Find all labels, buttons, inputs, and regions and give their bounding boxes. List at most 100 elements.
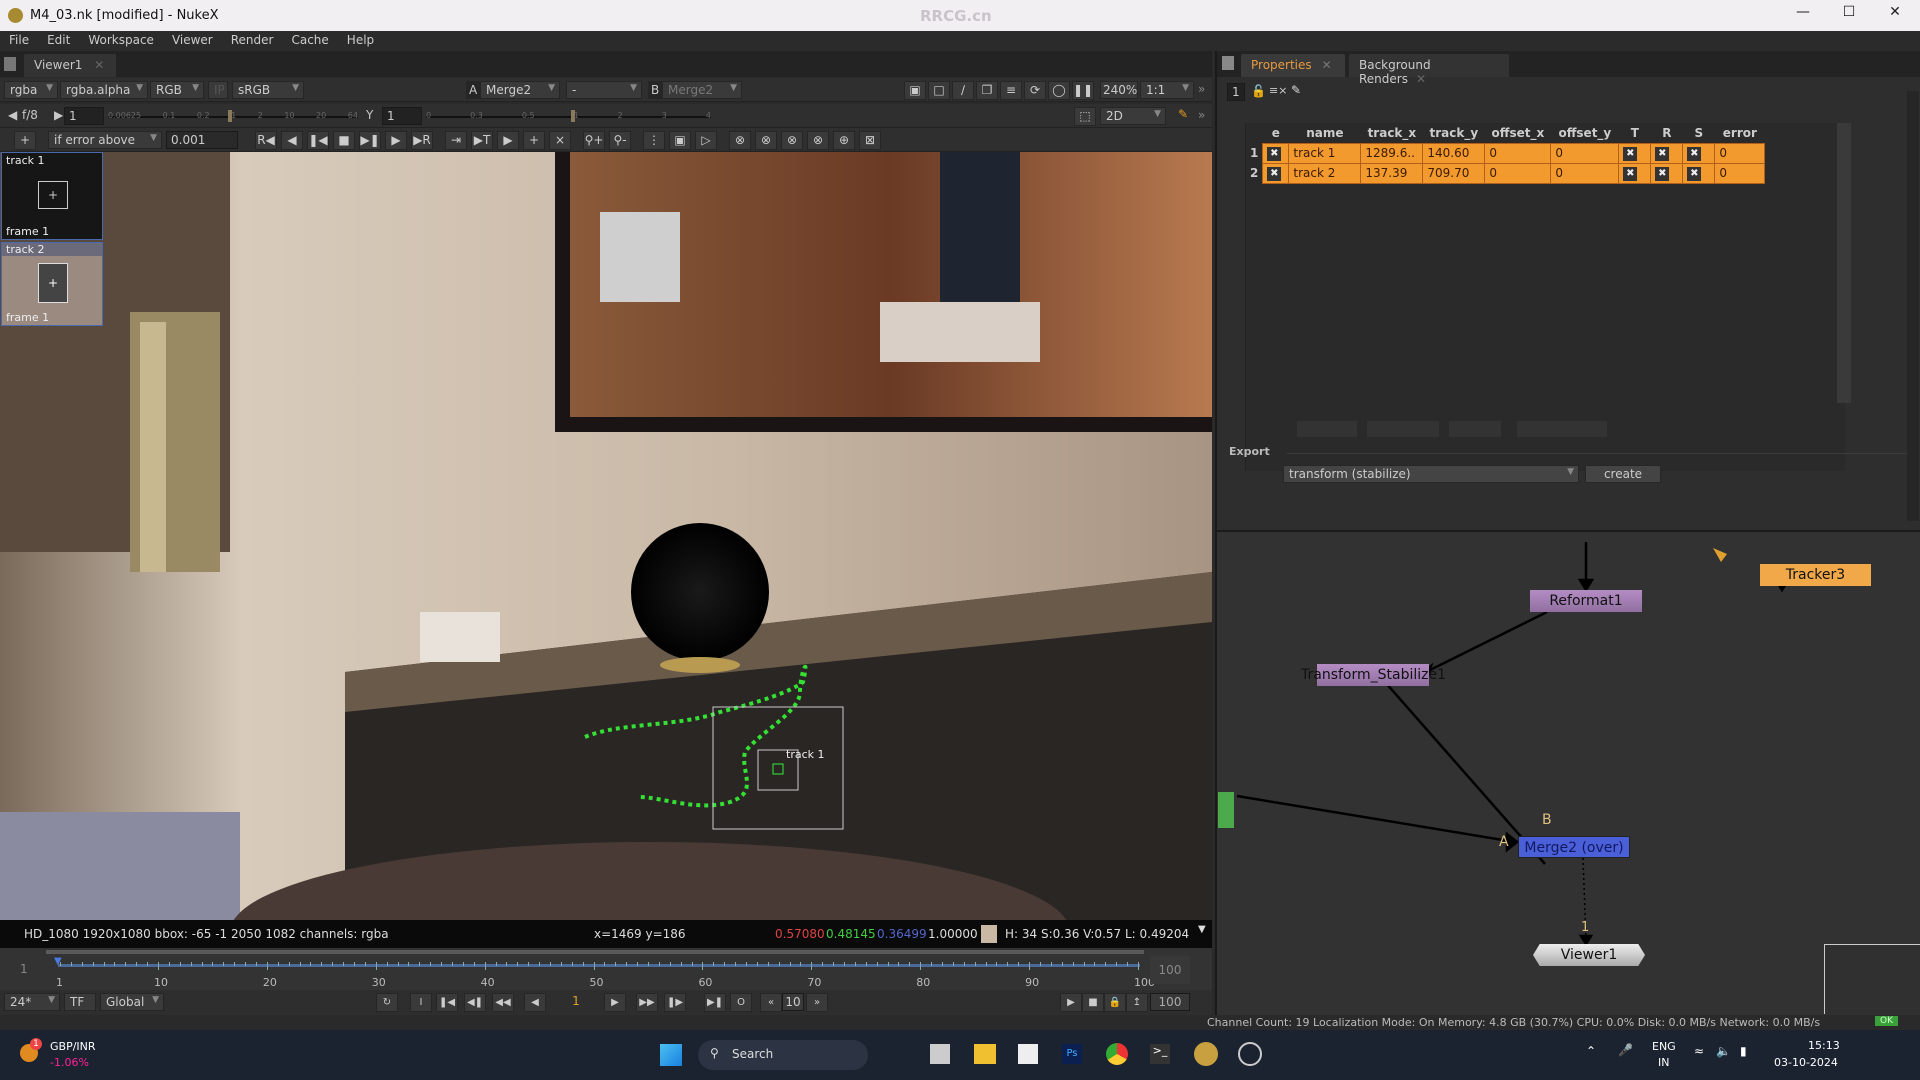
safe-area-icon[interactable]: □ (928, 81, 950, 100)
region-select-icon[interactable]: ⬚ (1074, 107, 1096, 126)
timeline-end[interactable]: 100 (1150, 956, 1190, 984)
lock-range-icon[interactable]: 🔒 (1104, 993, 1126, 1012)
stop-icon[interactable]: ■ (333, 131, 355, 150)
cell-error[interactable]: 0 (1714, 142, 1766, 164)
create-button[interactable]: create (1585, 465, 1661, 483)
node-viewer1[interactable]: Viewer1 (1533, 944, 1645, 966)
track-add-button[interactable] (1297, 421, 1357, 437)
clock-time[interactable]: 15:13 (1808, 1039, 1840, 1052)
tab-viewer1[interactable]: Viewer1 ✕ (24, 54, 116, 77)
cell-track-x[interactable]: 137.39 (1360, 162, 1424, 184)
menu-help[interactable]: Help (338, 31, 383, 51)
average-tracks-button[interactable] (1517, 421, 1607, 437)
center-viewer-icon[interactable]: ▣ (669, 131, 691, 150)
wipe-dropdown[interactable]: - ▼ (566, 81, 642, 99)
gamma-slider[interactable]: 0 0.3 0.5 1 2 3 4 (426, 108, 711, 124)
frame-step-field[interactable]: 10 (782, 993, 804, 1011)
windows-start-icon[interactable] (660, 1044, 682, 1066)
input-a-dropdown[interactable]: Merge2 ▼ (480, 81, 560, 99)
in-point-icon[interactable]: I (410, 993, 432, 1012)
volume-icon[interactable]: 🔈 (1716, 1044, 1731, 1058)
flipbook-icon[interactable]: ▶ (1060, 993, 1082, 1012)
checkbox-icon[interactable]: ✖ (1267, 147, 1282, 161)
checkbox-icon[interactable]: ✖ (1623, 167, 1638, 181)
color-picker-icon[interactable]: ✎ (1178, 107, 1188, 121)
column-header-S[interactable]: S (1683, 123, 1715, 143)
error-mode-dropdown[interactable]: if error above ▼ (48, 131, 162, 149)
column-header-name[interactable]: name (1289, 123, 1361, 143)
next-keyframe-icon[interactable]: ❚▶ (664, 993, 686, 1012)
track-forward-icon[interactable]: ▶ (385, 131, 407, 150)
scope-dropdown[interactable]: Global ▼ (100, 993, 164, 1011)
menu-render[interactable]: Render (222, 31, 283, 51)
close-all-icon[interactable]: ≡× (1269, 84, 1287, 97)
column-header-track-x[interactable]: track_x (1361, 123, 1423, 143)
clear-all-icon[interactable]: ⊗ (729, 131, 751, 150)
add-track-icon[interactable]: + (14, 131, 36, 150)
update-keyframe-icon[interactable]: ▶ (497, 131, 519, 150)
cell-e[interactable]: ✖ (1262, 142, 1290, 164)
close-tab-icon[interactable]: ✕ (1416, 72, 1426, 86)
cell-S[interactable]: ✖ (1682, 162, 1716, 184)
track-delete-button[interactable] (1367, 421, 1439, 437)
gain-slider[interactable]: 0.00625 0.1 0.2 1 2 10 20 64 (108, 108, 358, 124)
remove-point-icon[interactable]: ⚲- (609, 131, 631, 150)
cell-S[interactable]: ✖ (1682, 142, 1716, 164)
track-backward-icon[interactable]: ◀ (281, 131, 303, 150)
zoom-level[interactable]: 240% (1100, 81, 1138, 99)
microphone-icon[interactable]: 🎤 (1618, 1043, 1633, 1057)
delete-tracker-icon[interactable]: ⊠ (859, 131, 881, 150)
gamma-field[interactable]: 1 (382, 107, 422, 125)
cell-offset-x[interactable]: 0 (1484, 142, 1552, 164)
clear-range-icon[interactable]: ⊗ (807, 131, 829, 150)
step-backward-icon[interactable]: ❚◀ (307, 131, 329, 150)
column-header-R[interactable]: R (1651, 123, 1683, 143)
track-all-forward-icon[interactable]: ▶R (411, 131, 433, 150)
channels-dropdown[interactable]: rgba ▼ (4, 81, 58, 99)
node-tracker3[interactable]: Tracker3 (1760, 564, 1871, 586)
close-button[interactable]: ✕ (1875, 4, 1915, 26)
add-tracker-icon[interactable]: ⊕ (833, 131, 855, 150)
cell-track-y[interactable]: 709.70 (1422, 162, 1486, 184)
cell-name[interactable]: track 2 (1288, 162, 1362, 184)
last-frame-icon[interactable]: ▶❚ (704, 993, 726, 1012)
column-header-offset-y[interactable]: offset_y (1551, 123, 1619, 143)
node-graph-minimap[interactable] (1824, 944, 1920, 1014)
cell-R[interactable]: ✖ (1650, 162, 1684, 184)
chrome-icon[interactable] (1106, 1043, 1128, 1065)
table-scrollbar[interactable] (1837, 123, 1851, 403)
out-frame-field[interactable]: 100 (1150, 993, 1190, 1011)
overlay-icon[interactable]: ❐ (976, 81, 998, 100)
export-icon[interactable]: ↥ (1126, 993, 1148, 1012)
cell-track-x[interactable]: 1289.6.. (1360, 142, 1424, 164)
timeline-track[interactable] (58, 964, 1140, 967)
options-icon[interactable]: ⋮ (643, 131, 665, 150)
pane-menu-icon[interactable] (1222, 56, 1234, 70)
show-hidden-icons[interactable]: ⌃ (1586, 1044, 1596, 1058)
track-thumbnail-2[interactable]: track 2 + frame 1 (1, 242, 103, 326)
checkbox-icon[interactable]: ✖ (1655, 147, 1670, 161)
key-track-icon[interactable]: ▶T (471, 131, 493, 150)
node-transform-stabilize1[interactable]: Transform_Stabilize1 (1301, 664, 1446, 686)
task-view-icon[interactable] (930, 1044, 950, 1064)
cell-offset-y[interactable]: 0 (1550, 162, 1620, 184)
cell-T[interactable]: ✖ (1618, 142, 1652, 164)
view-mode-dropdown[interactable]: 2D ▼ (1100, 107, 1166, 125)
minimize-button[interactable]: — (1783, 4, 1823, 26)
info-menu-icon[interactable]: ▼ (1198, 924, 1206, 935)
tab-background-renders[interactable]: Background Renders ✕ (1349, 54, 1509, 86)
error-threshold-field[interactable]: 0.001 (166, 131, 238, 149)
display-dropdown[interactable]: RGB ▼ (150, 81, 204, 99)
column-header-e[interactable]: e (1263, 123, 1289, 143)
nuke-taskbar-icon[interactable] (1194, 1042, 1218, 1066)
track-range-icon[interactable]: ⇥ (445, 131, 467, 150)
step-forward-icon[interactable]: ▶▶ (636, 993, 658, 1012)
skip-back-icon[interactable]: « (760, 993, 782, 1012)
table-row[interactable]: 2 ✖ track 2 137.39 709.70 0 0 ✖ ✖ ✖ 0 (1246, 162, 1766, 184)
gain-field[interactable]: 1 (64, 107, 104, 125)
wipe-icon[interactable]: ∕ (952, 81, 974, 100)
render-icon[interactable]: ■ (1082, 993, 1104, 1012)
table-row[interactable]: 1 ✖ track 1 1289.6.. 140.60 0 0 ✖ ✖ ✖ 0 (1246, 142, 1766, 164)
clear-bwd-icon[interactable]: ⊗ (781, 131, 803, 150)
tab-properties[interactable]: Properties ✕ (1241, 54, 1345, 77)
